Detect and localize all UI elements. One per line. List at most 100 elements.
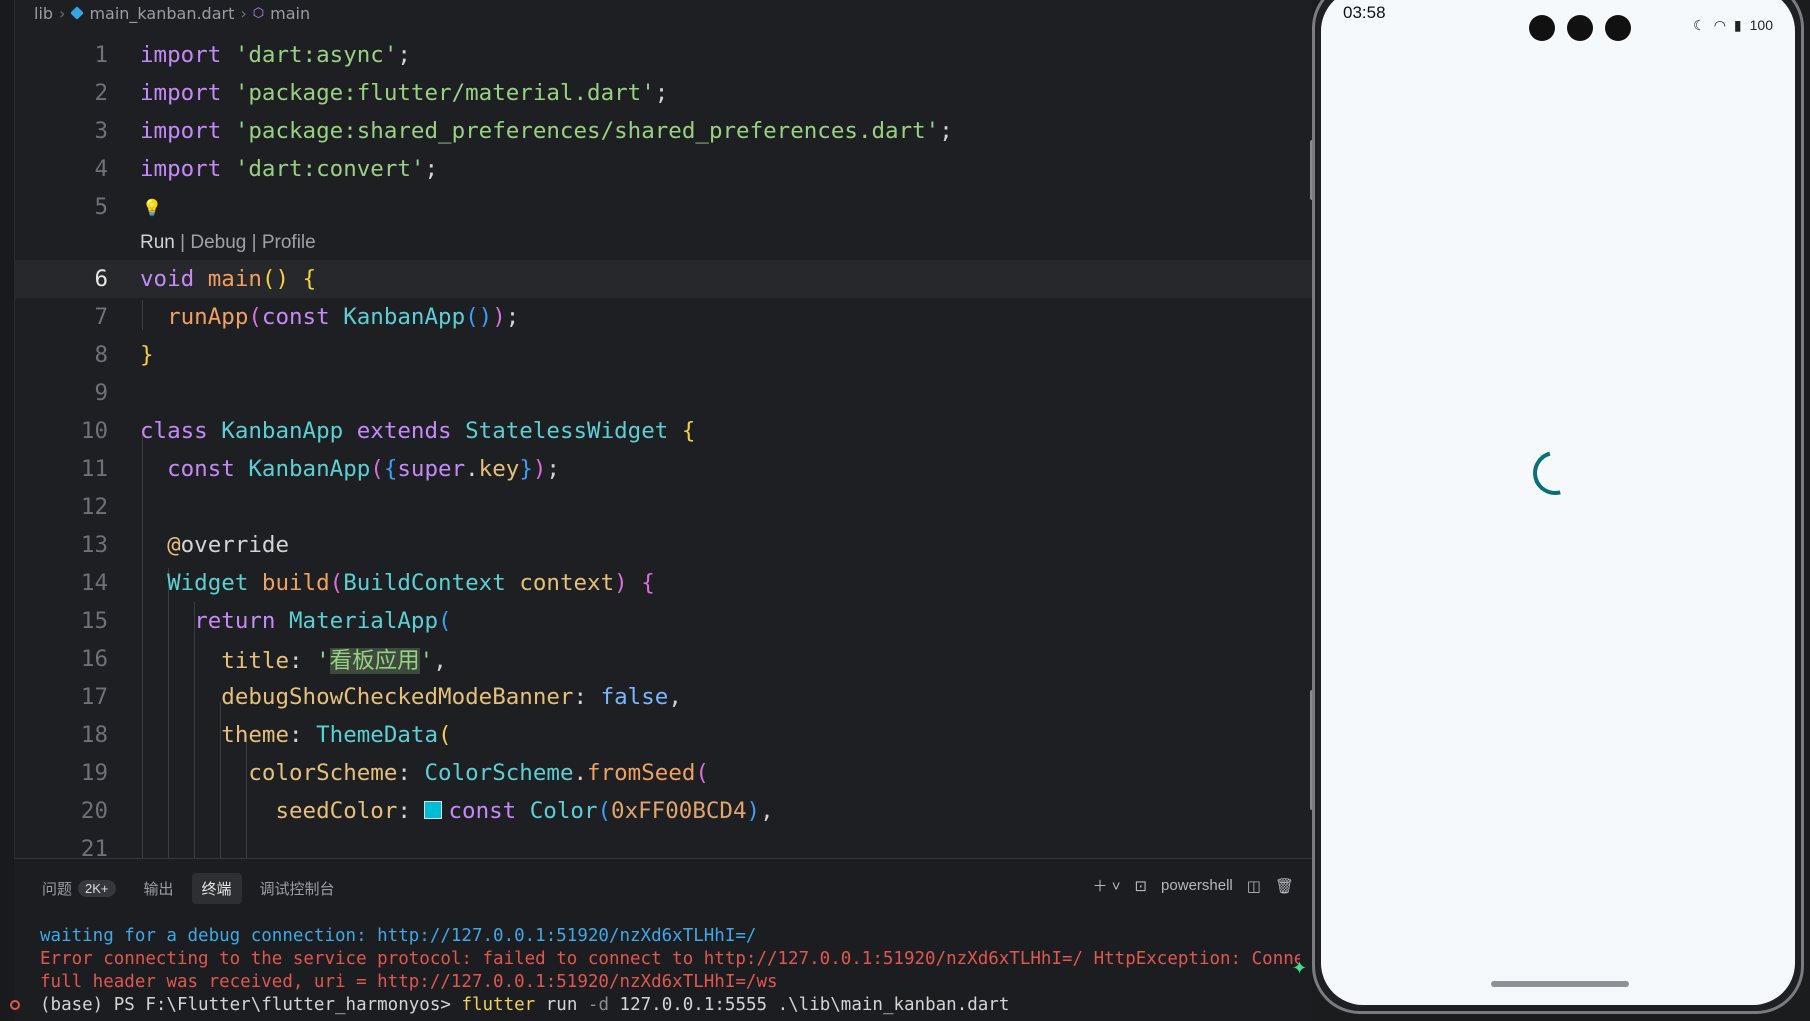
tab-terminal[interactable]: 终端 <box>191 873 242 904</box>
code-line[interactable]: 18 theme: ThemeData( <box>14 716 1312 754</box>
line-text: colorScheme: ColorScheme.fromSeed( <box>248 760 709 786</box>
code-line[interactable]: 10 class KanbanApp extends StatelessWidg… <box>14 412 1312 450</box>
command-flag: -d <box>587 995 609 1015</box>
tab-debug-console[interactable]: 调试控制台 <box>250 873 345 904</box>
code-line[interactable]: 20 seedColor: const Color(0xFF00BCD4), <box>14 792 1312 830</box>
tab-label: 输出 <box>143 881 174 898</box>
code-line[interactable]: 9 <box>14 374 1312 412</box>
phone-screen[interactable]: 03:58 ☾ ◠ ▮ 100 <box>1321 0 1795 1005</box>
status-icons: ☾ ◠ ▮ 100 <box>1693 17 1773 34</box>
code-area[interactable]: 1 import 'dart:async'; 2 import 'package… <box>14 36 1312 858</box>
code-line[interactable]: 15 return MaterialApp( <box>14 602 1312 640</box>
color-swatch[interactable] <box>424 800 443 819</box>
home-indicator[interactable] <box>1491 981 1629 987</box>
signal-icon: ▮ <box>1733 17 1742 33</box>
breadcrumb[interactable]: lib › main_kanban.dart › ⬡ main <box>34 0 310 26</box>
prompt: (base) PS F:\Flutter\flutter_harmonyos> <box>40 995 451 1015</box>
line-number: 10 <box>80 418 108 444</box>
line-text: import 'package:shared_preferences/share… <box>140 118 953 144</box>
code-line[interactable]: 14 Widget build(BuildContext context) { <box>14 564 1312 602</box>
line-number: 18 <box>80 722 108 748</box>
chevron-right-icon: › <box>59 3 66 23</box>
line-text: return MaterialApp( <box>194 608 452 634</box>
line-text: title: '看板应用', <box>221 648 447 674</box>
trash-icon[interactable]: 🗑 <box>1275 877 1294 895</box>
code-line[interactable]: 16 title: '看板应用', <box>14 640 1312 678</box>
codelens-run[interactable]: Run <box>140 232 175 253</box>
activity-strip <box>0 0 15 1021</box>
breadcrumb-symbol[interactable]: main <box>270 4 310 23</box>
line-number: 4 <box>94 156 108 182</box>
code-line[interactable]: 3 import 'package:shared_preferences/sha… <box>14 112 1312 150</box>
line-text: void main() { <box>140 266 317 292</box>
battery-level: 100 <box>1749 17 1773 33</box>
line-number: 3 <box>94 118 108 144</box>
line-number: 17 <box>80 684 108 710</box>
lightbulb-icon[interactable]: 💡 <box>142 198 162 217</box>
code-line[interactable]: 5 💡 <box>14 188 1312 226</box>
dart-file-icon <box>70 6 85 20</box>
code-line[interactable]: 7 runApp(const KanbanApp()); <box>14 298 1312 336</box>
camera-dot <box>1567 15 1593 41</box>
line-number: 16 <box>80 646 108 672</box>
split-terminal-icon[interactable]: ◫ <box>1247 877 1261 895</box>
line-text: import 'dart:async'; <box>140 42 411 68</box>
tab-label: 调试控制台 <box>259 881 335 898</box>
tab-output[interactable]: 输出 <box>134 873 184 904</box>
code-line[interactable]: 4 import 'dart:convert'; <box>14 150 1312 188</box>
terminal-line: full header was received, uri = http://1… <box>40 972 778 992</box>
line-number: 8 <box>94 342 108 368</box>
tab-label: 终端 <box>201 881 232 898</box>
terminal-line: waiting for a debug connection: http://1… <box>40 926 757 946</box>
line-text: runApp(const KanbanApp()); <box>167 304 520 330</box>
line-number: 19 <box>80 760 108 786</box>
breadcrumb-lib[interactable]: lib <box>34 4 53 23</box>
code-line[interactable]: 1 import 'dart:async'; <box>14 36 1312 74</box>
line-text: debugShowCheckedModeBanner: false, <box>221 684 682 710</box>
breadcrumb-file[interactable]: main_kanban.dart <box>89 4 234 23</box>
code-line-current[interactable]: 6 void main() { <box>14 260 1312 298</box>
code-line[interactable]: 2 import 'package:flutter/material.dart'… <box>14 74 1312 112</box>
line-number: 12 <box>80 494 108 520</box>
sparkle-icon[interactable]: ✦ <box>1292 958 1307 979</box>
line-number: 2 <box>94 80 108 106</box>
line-text: class KanbanApp extends StatelessWidget … <box>140 418 696 444</box>
code-line[interactable]: 8 } <box>14 336 1312 374</box>
line-text: @override <box>167 532 290 558</box>
tab-problems[interactable]: 问题 2K+ <box>32 873 126 904</box>
codelens[interactable]: Run | Debug | Profile <box>140 232 316 254</box>
line-text: theme: ThemeData( <box>221 722 452 748</box>
line-number: 15 <box>80 608 108 634</box>
loading-spinner <box>1524 442 1586 504</box>
line-number: 21 <box>80 836 108 858</box>
chevron-right-icon: › <box>240 3 247 23</box>
code-line[interactable]: 13 @override <box>14 526 1312 564</box>
line-text: seedColor: const Color(0xFF00BCD4), <box>275 798 774 824</box>
method-cube-icon: ⬡ <box>252 5 265 21</box>
command-arg: run <box>545 995 578 1015</box>
add-terminal-icon[interactable]: ＋ ˅ <box>1093 875 1121 896</box>
code-line[interactable]: 17 debugShowCheckedModeBanner: false, <box>14 678 1312 716</box>
line-text: Widget build(BuildContext context) { <box>167 570 655 596</box>
phone-emulator[interactable]: 03:58 ☾ ◠ ▮ 100 <box>1312 0 1804 1014</box>
error-status-icon <box>10 1000 20 1010</box>
wifi-icon: ◠ <box>1713 17 1726 33</box>
code-line[interactable]: 12 <box>14 488 1312 526</box>
line-text: import 'dart:convert'; <box>140 156 439 182</box>
shell-name[interactable]: powershell <box>1161 877 1233 894</box>
terminal-output[interactable]: waiting for a debug connection: http://1… <box>40 925 1300 1017</box>
problems-count-badge: 2K+ <box>78 880 116 897</box>
codelens-debug[interactable]: Debug <box>190 232 246 253</box>
line-text: import 'package:flutter/material.dart'; <box>140 80 669 106</box>
line-number: 20 <box>80 798 108 824</box>
code-line[interactable]: 11 const KanbanApp({super.key}); <box>14 450 1312 488</box>
code-line[interactable]: 19 colorScheme: ColorScheme.fromSeed( <box>14 754 1312 792</box>
code-editor[interactable]: lib › main_kanban.dart › ⬡ main 1 import… <box>0 0 1312 1021</box>
command-arg: 127.0.0.1:5555 .\lib\main_kanban.dart <box>619 995 1010 1015</box>
status-time: 03:58 <box>1343 3 1386 22</box>
status-bar: 03:58 ☾ ◠ ▮ 100 <box>1343 3 1783 41</box>
code-line[interactable]: 21 <box>14 830 1312 858</box>
codelens-profile[interactable]: Profile <box>262 232 316 253</box>
bottom-panel: 问题 2K+ 输出 终端 调试控制台 ＋ ˅ ⊡ powershell ◫ 🗑 … <box>14 858 1312 1021</box>
line-number: 14 <box>80 570 108 596</box>
